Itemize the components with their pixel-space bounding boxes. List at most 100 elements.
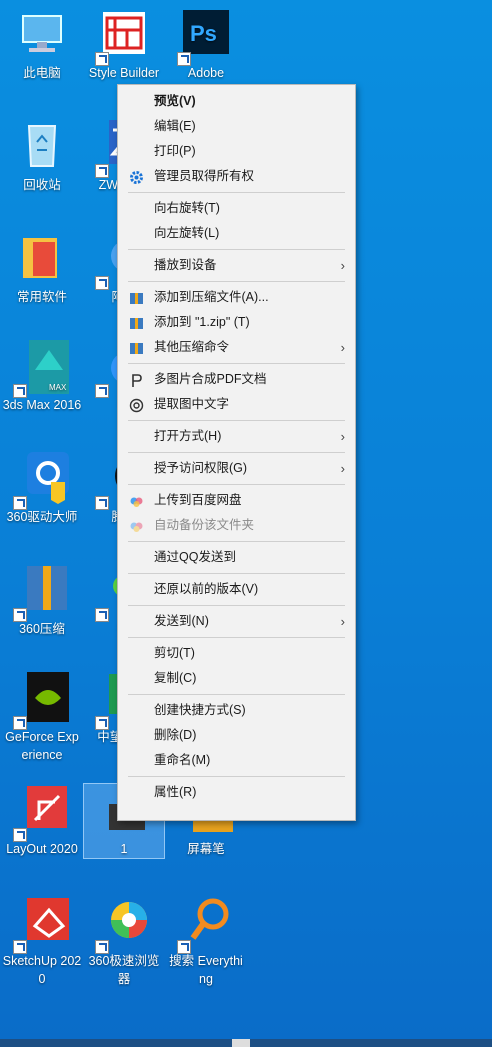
desktop-icon-360-zip[interactable]: 360压缩: [2, 564, 82, 638]
style-builder-icon: [95, 8, 151, 66]
desktop-icon-sketchup[interactable]: SketchUp 2020: [2, 896, 82, 988]
menu-item-label: 授予访问权限(G): [154, 461, 248, 475]
taskbar-button[interactable]: [232, 1039, 250, 1047]
menu-separator: [128, 573, 345, 574]
menu-item-label: 重命名(M): [154, 753, 211, 767]
menu-item-label: 其他压缩命令: [154, 340, 230, 354]
menu-separator: [128, 452, 345, 453]
menu-separator: [128, 605, 345, 606]
layout-icon: [13, 784, 69, 842]
menu-separator: [128, 484, 345, 485]
menu-item-restore-versions[interactable]: 还原以前的版本(V): [118, 577, 355, 602]
menu-item-label: 打印(P): [154, 144, 196, 158]
baidu-netdisk-icon: [129, 493, 144, 508]
desktop-icon-common-software[interactable]: 常用软件: [2, 232, 82, 306]
search-icon: [177, 896, 233, 954]
menu-item-grant-access[interactable]: 授予访问权限(G) ›: [118, 456, 355, 481]
chevron-right-icon: ›: [340, 614, 345, 629]
desktop-icon-adobe[interactable]: Ps Adobe: [166, 8, 246, 82]
chevron-right-icon: ›: [340, 429, 345, 444]
menu-item-label: 创建快捷方式(S): [154, 703, 246, 717]
menu-separator: [128, 420, 345, 421]
archive-icon: [129, 290, 144, 305]
menu-item-print[interactable]: 打印(P): [118, 139, 355, 164]
360-browser-icon: [95, 896, 151, 954]
menu-item-label: 通过QQ发送到: [154, 550, 236, 564]
menu-item-label: 删除(D): [154, 728, 197, 742]
desktop-icon-label: 回收站: [23, 178, 61, 192]
menu-item-cut[interactable]: 剪切(T): [118, 641, 355, 666]
desktop-icon-recycle-bin[interactable]: 回收站: [2, 120, 82, 194]
menu-item-label: 多图片合成PDF文档: [154, 372, 267, 386]
desktop-icon-label: Adobe: [187, 66, 225, 80]
menu-separator: [128, 281, 345, 282]
menu-item-edit[interactable]: 编辑(E): [118, 114, 355, 139]
menu-item-preview[interactable]: 预览(V): [118, 89, 355, 114]
menu-separator: [128, 776, 345, 777]
menu-item-label: 编辑(E): [154, 119, 196, 133]
shortcut-arrow-icon: [95, 276, 109, 290]
menu-item-upload-baidu[interactable]: 上传到百度网盘: [118, 488, 355, 513]
menu-item-label: 提取图中文字: [154, 397, 230, 411]
menu-item-send-to[interactable]: 发送到(N) ›: [118, 609, 355, 634]
menu-item-label: 复制(C): [154, 671, 197, 685]
photoshop-icon: Ps: [177, 8, 233, 66]
menu-item-label: 剪切(T): [154, 646, 195, 660]
menu-item-add-to-zip[interactable]: 添加到 "1.zip" (T): [118, 310, 355, 335]
menu-item-create-shortcut[interactable]: 创建快捷方式(S): [118, 698, 355, 723]
desktop-icon-360-browser[interactable]: 360极速浏览器: [84, 896, 164, 988]
menu-item-label: 还原以前的版本(V): [154, 582, 259, 596]
archive-icon: [129, 315, 144, 330]
shortcut-arrow-icon: [13, 828, 27, 842]
svg-text:Ps: Ps: [190, 21, 217, 46]
shortcut-arrow-icon: [95, 52, 109, 66]
desktop-icon-everything[interactable]: 搜索 Everything: [166, 896, 246, 988]
menu-item-delete[interactable]: 删除(D): [118, 723, 355, 748]
360-driver-icon: [13, 452, 69, 510]
shortcut-arrow-icon: [177, 52, 191, 66]
menu-item-rename[interactable]: 重命名(M): [118, 748, 355, 773]
context-menu: 预览(V) 编辑(E) 打印(P) 管理员取得所有权 向右旋转(T) 向左旋转(…: [117, 84, 356, 821]
shortcut-arrow-icon: [95, 940, 109, 954]
shortcut-arrow-icon: [13, 384, 27, 398]
shortcut-arrow-icon: [177, 940, 191, 954]
menu-item-other-compress[interactable]: 其他压缩命令 ›: [118, 335, 355, 360]
menu-separator: [128, 192, 345, 193]
archive-icon: [129, 340, 144, 355]
menu-item-properties[interactable]: 属性(R): [118, 780, 355, 805]
svg-text:MAX: MAX: [49, 383, 67, 392]
menu-item-label: 管理员取得所有权: [154, 169, 255, 183]
menu-item-rotate-left[interactable]: 向左旋转(L): [118, 221, 355, 246]
menu-item-take-ownership[interactable]: 管理员取得所有权: [118, 164, 355, 189]
menu-item-copy[interactable]: 复制(C): [118, 666, 355, 691]
menu-item-label: 上传到百度网盘: [154, 493, 242, 507]
menu-item-open-with[interactable]: 打开方式(H) ›: [118, 424, 355, 449]
menu-item-label: 添加到压缩文件(A)...: [154, 290, 269, 304]
baidu-netdisk-icon: [129, 518, 144, 533]
desktop-icon-layout[interactable]: LayOut 2020: [2, 784, 82, 858]
taskbar: [0, 1039, 492, 1047]
menu-item-label: 自动备份该文件夹: [154, 518, 255, 532]
menu-item-add-to-archive[interactable]: 添加到压缩文件(A)...: [118, 285, 355, 310]
menu-item-rotate-right[interactable]: 向右旋转(T): [118, 196, 355, 221]
desktop-icon-label: 屏幕笔: [187, 842, 225, 856]
desktop-icon-geforce[interactable]: GeForce Experience: [2, 672, 82, 764]
desktop-icon-3dsmax[interactable]: MAX 3ds Max 2016: [2, 340, 82, 414]
menu-item-send-qq[interactable]: 通过QQ发送到: [118, 545, 355, 570]
desktop-icon-360-driver[interactable]: 360驱动大师: [2, 452, 82, 526]
menu-item-label: 属性(R): [154, 785, 197, 799]
shortcut-arrow-icon: [13, 940, 27, 954]
desktop-icon-label: 360压缩: [19, 622, 65, 636]
menu-separator: [128, 637, 345, 638]
menu-item-label: 向左旋转(L): [154, 226, 220, 240]
menu-item-cast-to-device[interactable]: 播放到设备 ›: [118, 253, 355, 278]
menu-item-merge-pdf[interactable]: 多图片合成PDF文档: [118, 367, 355, 392]
menu-item-extract-text[interactable]: 提取图中文字: [118, 392, 355, 417]
desktop-icon-this-pc[interactable]: 此电脑: [2, 8, 82, 82]
menu-item-label: 打开方式(H): [154, 429, 222, 443]
shortcut-arrow-icon: [95, 384, 109, 398]
menu-item-auto-backup[interactable]: 自动备份该文件夹: [118, 513, 355, 538]
menu-item-label: 预览(V): [154, 94, 196, 108]
gear-icon: [129, 169, 144, 184]
shortcut-arrow-icon: [95, 164, 109, 178]
